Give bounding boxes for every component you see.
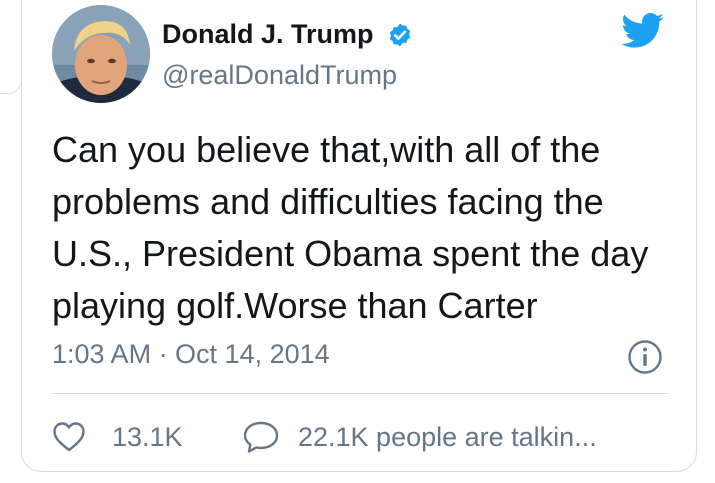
tweet-text-line: U.S., President Obama spent the day bbox=[52, 233, 649, 274]
verified-badge-icon bbox=[389, 23, 411, 47]
tweet-text-line: playing golf.Worse than Carter bbox=[52, 285, 538, 326]
info-icon[interactable] bbox=[627, 339, 663, 375]
like-count[interactable]: 13.1K bbox=[112, 420, 183, 454]
tweet-timestamp[interactable]: 1:03 AM · Oct 14, 2014 bbox=[52, 337, 330, 371]
tweet-text-line: Can you believe that,with all of the bbox=[52, 129, 601, 170]
conversation-link[interactable]: 22.1K people are talkin... bbox=[298, 420, 597, 454]
avatar[interactable] bbox=[52, 5, 150, 103]
tweet-text: Can you believe that,with all of the pro… bbox=[52, 124, 682, 332]
author-handle[interactable]: @realDonaldTrump bbox=[162, 58, 397, 92]
twitter-bird-icon[interactable] bbox=[621, 13, 665, 49]
heart-icon[interactable] bbox=[52, 421, 86, 453]
tweet-text-line: problems and difficulties facing the bbox=[52, 181, 604, 222]
divider bbox=[52, 393, 668, 394]
author-name[interactable]: Donald J. Trump bbox=[162, 17, 374, 51]
background-card-edge bbox=[0, 0, 22, 94]
speech-bubble-icon[interactable] bbox=[242, 420, 280, 454]
